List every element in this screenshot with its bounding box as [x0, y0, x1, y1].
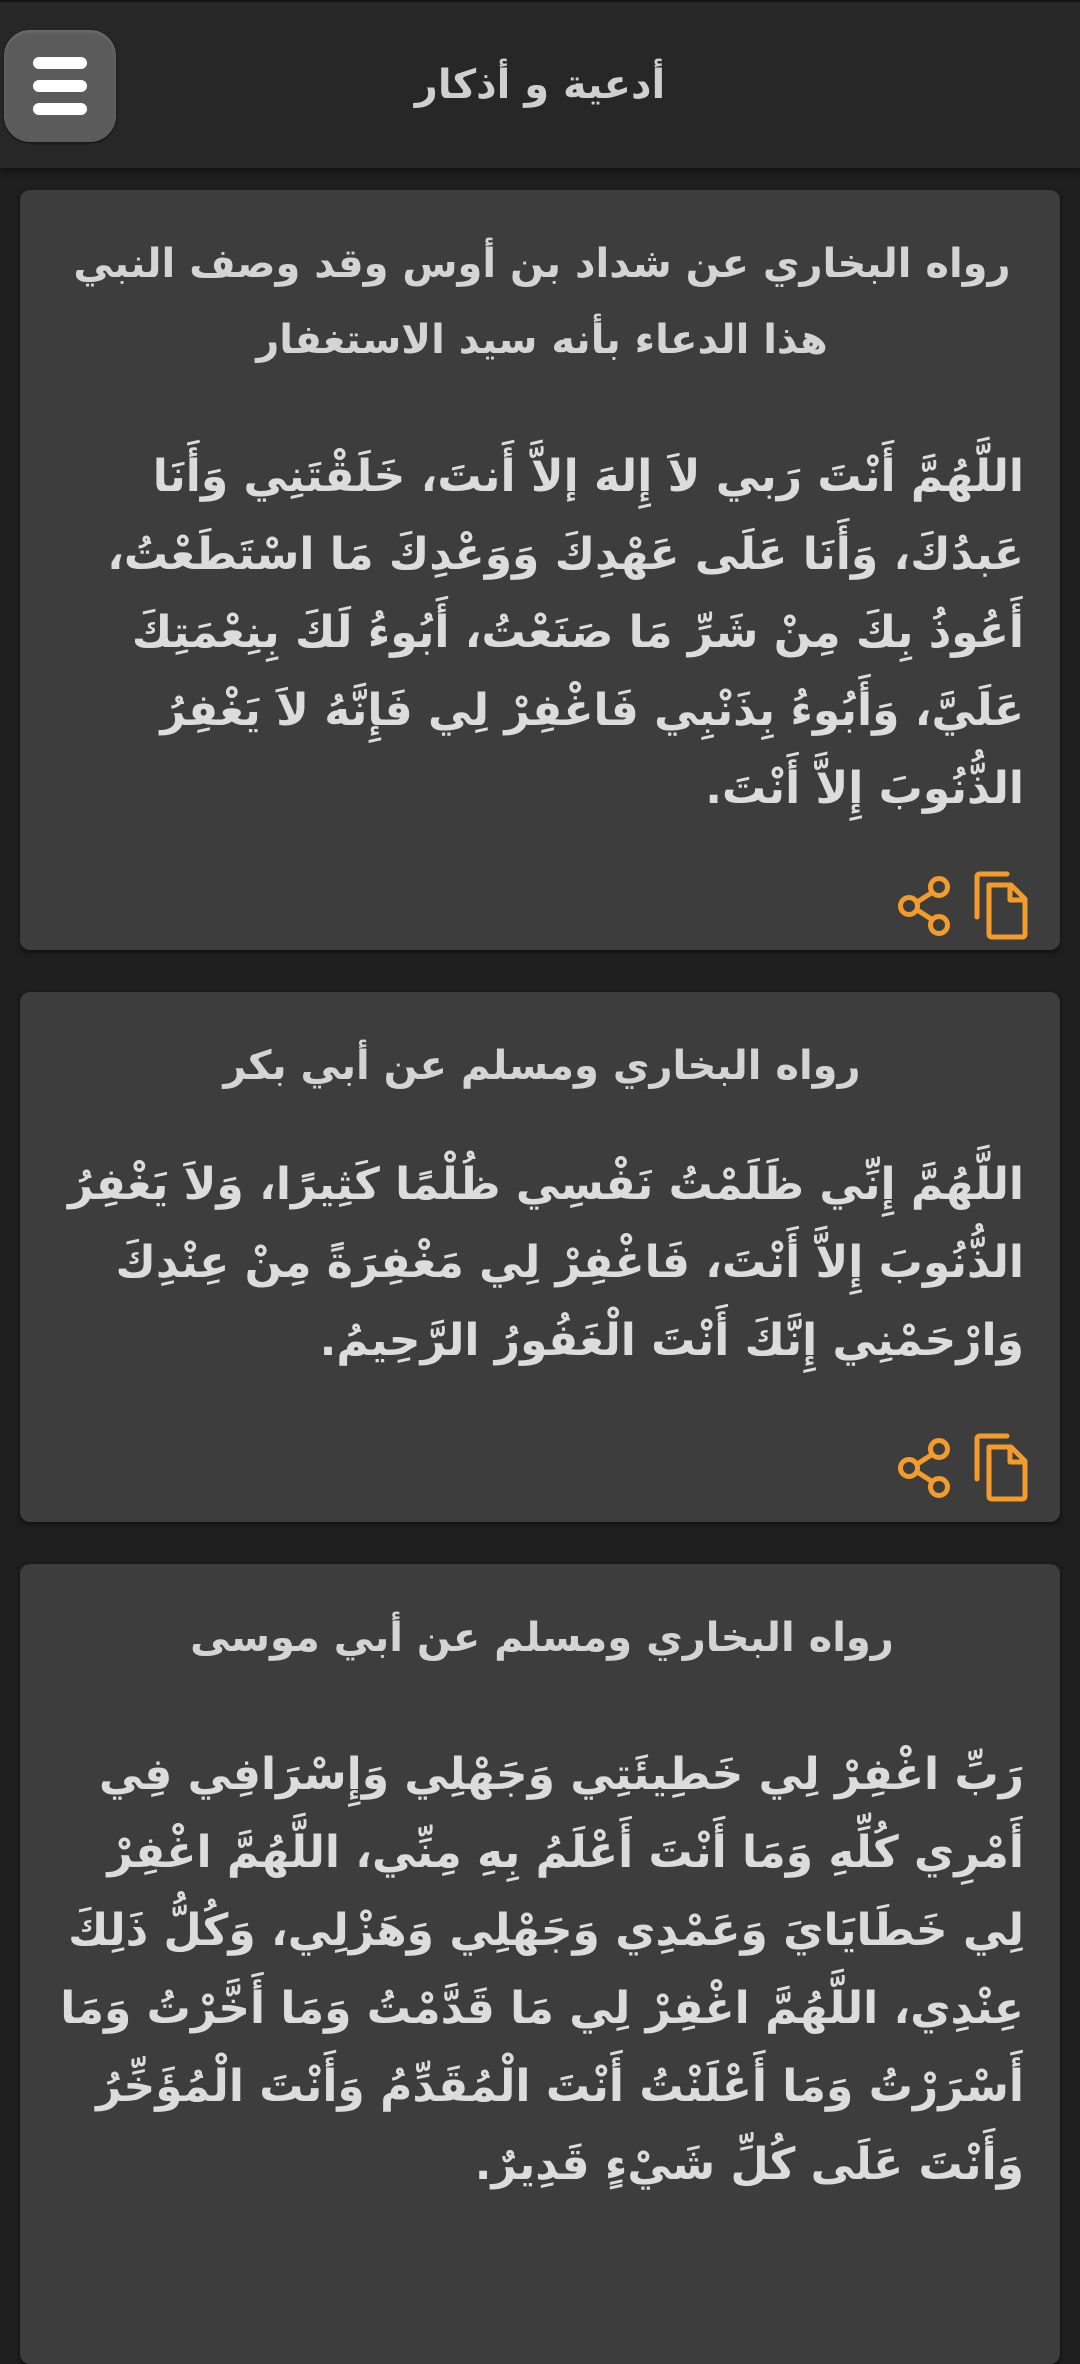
dua-source: رواه البخاري ومسلم عن أبي موسى [190, 1615, 894, 1661]
copy-icon[interactable] [965, 866, 1035, 946]
page-title: أدعية و أذكار [414, 62, 666, 108]
dua-card: رواه البخاري ومسلم عن أبي موسى رَبِّ اغْ… [20, 1564, 1060, 2364]
dua-card: رواه البخاري ومسلم عن أبي بكر اللَّهُمَّ… [20, 992, 1060, 1522]
dua-source: رواه البخاري ومسلم عن أبي بكر [223, 1043, 861, 1089]
dua-card: رواه البخاري عن شداد بن أوس وقد وصف النب… [20, 190, 1060, 950]
dua-text: اللَّهُمَّ إِنِّي ظَلَمْتُ نَفْسِي ظُلْم… [67, 1159, 1024, 1366]
card-actions [20, 1428, 1060, 1508]
copy-icon[interactable] [965, 1428, 1035, 1508]
app-bar: أدعية و أذكار [0, 0, 1080, 168]
dua-text: رَبِّ اغْفِرْ لِي خَطِيئَتِي وَجَهْلِي و… [60, 1749, 1024, 2190]
hamburger-menu-icon-bar [33, 103, 87, 115]
menu-button[interactable] [4, 30, 116, 142]
share-icon[interactable] [890, 866, 960, 946]
share-icon[interactable] [890, 1428, 960, 1508]
card-actions [20, 866, 1060, 946]
hamburger-menu-icon-bar [33, 80, 87, 92]
dua-source: رواه البخاري عن شداد بن أوس وقد وصف النب… [73, 241, 1011, 363]
hamburger-menu-icon [33, 57, 87, 69]
dua-text: اللَّهُمَّ أَنْتَ رَبي لاَ إِلهَ إلاَّ أ… [107, 451, 1024, 814]
